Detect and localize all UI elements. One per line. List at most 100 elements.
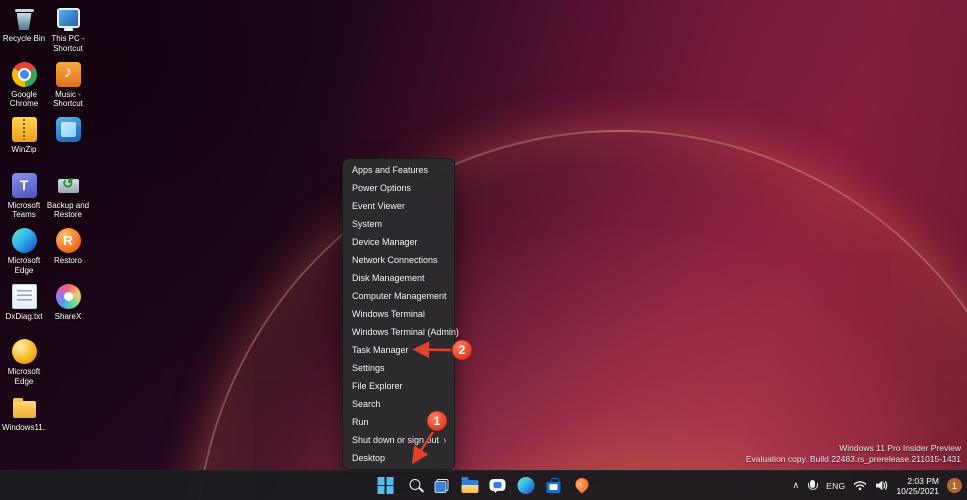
file-explorer-icon bbox=[461, 477, 478, 493]
winx-context-menu: Apps and Features Power Options Event Vi… bbox=[342, 158, 459, 470]
media-app-icon bbox=[55, 117, 81, 142]
taskbar: ∧ ENG 2:03 PM 10/25/2021 1 bbox=[0, 470, 967, 500]
file-explorer-button[interactable] bbox=[457, 473, 482, 498]
desktop-icon-media-app[interactable] bbox=[46, 117, 90, 173]
network-icon[interactable] bbox=[853, 480, 867, 491]
desktop-icon-label: DxDiag.txt bbox=[5, 311, 43, 321]
desktop-icon-label: Microsoft Edge Canary bbox=[7, 367, 41, 387]
desktop-icon-label: WinZip bbox=[11, 145, 37, 154]
volume-icon[interactable] bbox=[875, 480, 888, 491]
store-icon bbox=[546, 477, 561, 493]
menu-item-windows-terminal-admin[interactable]: Windows Terminal (Admin) bbox=[343, 323, 459, 341]
menu-item-label: Disk Management bbox=[352, 273, 425, 283]
menu-item-label: Task Manager bbox=[352, 345, 409, 355]
desktop-icon-label: This PC - Shortcut bbox=[51, 34, 85, 53]
menu-item-label: Search bbox=[352, 399, 381, 409]
desktop-icon-label: Restoro bbox=[53, 256, 82, 265]
menu-item-label: Run bbox=[352, 417, 369, 427]
annotation-circle-2 bbox=[451, 339, 473, 361]
desktop-icon-music-shortcut[interactable]: Music - Shortcut bbox=[46, 61, 90, 118]
desktop-icon-backup-and-restore[interactable]: Backup and Restore (Wi... bbox=[46, 173, 90, 229]
desktop-icon-recycle-bin[interactable]: Recycle Bin bbox=[2, 6, 46, 62]
desktop-icon-google-chrome[interactable]: Google Chrome bbox=[2, 61, 46, 118]
watermark-line-2: Evaluation copy. Build 22483.rs_prerelea… bbox=[745, 454, 961, 464]
search-button[interactable] bbox=[401, 473, 426, 498]
desktop-icon-label: Google Chrome bbox=[9, 89, 39, 109]
tray-date: 10/25/2021 bbox=[896, 485, 939, 496]
annotation-overlay: 2 1 bbox=[412, 339, 473, 465]
desktop-icon-label: Windows11... bbox=[2, 422, 46, 432]
menu-item-label: Computer Management bbox=[352, 291, 447, 301]
menu-item-device-manager[interactable]: Device Manager bbox=[343, 233, 454, 251]
desktop-icon-windows11-folder[interactable]: Windows11... bbox=[2, 395, 46, 451]
desktop-icon-label: Microsoft Edge bbox=[7, 256, 41, 275]
menu-item-network-connections[interactable]: Network Connections bbox=[343, 251, 454, 269]
menu-item-label: Device Manager bbox=[352, 237, 418, 247]
desktop-icon-label: Recycle Bin bbox=[2, 34, 46, 43]
system-tray: ∧ ENG 2:03 PM 10/25/2021 1 bbox=[793, 471, 962, 500]
menu-item-search[interactable]: Search bbox=[343, 395, 454, 413]
tray-time: 2:03 PM bbox=[907, 475, 939, 486]
menu-item-label: Network Connections bbox=[352, 255, 438, 265]
teams-icon bbox=[11, 172, 37, 198]
show-hidden-icons-button[interactable]: ∧ bbox=[793, 480, 800, 491]
store-button[interactable] bbox=[541, 473, 566, 498]
chrome-icon bbox=[11, 61, 37, 87]
start-button[interactable] bbox=[373, 473, 398, 498]
desktop-icon-column-1: Recycle Bin Google Chrome WinZip Microso… bbox=[2, 6, 46, 450]
map-pin-icon bbox=[572, 475, 591, 494]
task-view-icon bbox=[434, 478, 449, 493]
menu-item-desktop[interactable]: Desktop bbox=[343, 449, 454, 467]
desktop-icon-winzip[interactable]: WinZip bbox=[2, 117, 46, 173]
menu-item-settings[interactable]: Settings bbox=[343, 359, 454, 377]
chat-button[interactable] bbox=[485, 473, 510, 498]
folder-icon bbox=[12, 395, 37, 420]
desktop-icon-label: Microsoft Teams bbox=[7, 200, 41, 220]
menu-item-disk-management[interactable]: Disk Management bbox=[343, 269, 454, 287]
menu-item-task-manager[interactable]: Task Manager bbox=[343, 341, 454, 359]
menu-item-label: System bbox=[352, 219, 383, 229]
menu-item-apps-and-features[interactable]: Apps and Features bbox=[343, 161, 454, 179]
language-indicator[interactable]: ENG bbox=[826, 481, 845, 491]
winzip-icon bbox=[11, 117, 37, 142]
taskbar-center-icons bbox=[373, 471, 594, 500]
edge-button[interactable] bbox=[513, 473, 538, 498]
submenu-chevron-icon: › bbox=[443, 434, 447, 446]
pinned-app-button[interactable] bbox=[569, 473, 594, 498]
search-icon bbox=[409, 478, 421, 490]
desktop-icon-restoro[interactable]: Restoro bbox=[46, 228, 90, 284]
menu-item-windows-terminal[interactable]: Windows Terminal bbox=[343, 305, 454, 323]
notification-badge[interactable]: 1 bbox=[947, 478, 962, 493]
menu-item-label: Apps and Features bbox=[352, 165, 429, 175]
clock[interactable]: 2:03 PM 10/25/2021 bbox=[896, 476, 939, 496]
menu-item-shut-down-or-sign-out[interactable]: Shut down or sign out › bbox=[343, 431, 454, 449]
desktop-icon-microsoft-edge[interactable]: Microsoft Edge bbox=[2, 228, 46, 284]
menu-item-power-options[interactable]: Power Options bbox=[343, 179, 454, 197]
menu-item-label: Desktop bbox=[352, 453, 386, 463]
annotation-step-2: 2 bbox=[459, 343, 466, 357]
menu-item-label: Event Viewer bbox=[352, 201, 405, 211]
desktop-icon-dxdiag-txt[interactable]: DxDiag.txt bbox=[2, 283, 46, 340]
desktop: Recycle Bin Google Chrome WinZip Microso… bbox=[0, 0, 967, 500]
edge-icon bbox=[517, 477, 534, 494]
menu-item-computer-management[interactable]: Computer Management bbox=[343, 287, 454, 305]
menu-item-label: Settings bbox=[352, 363, 385, 373]
desktop-icon-microsoft-teams[interactable]: Microsoft Teams bbox=[2, 172, 46, 229]
menu-item-label: Shut down or sign out bbox=[352, 435, 440, 445]
recycle-bin-icon bbox=[12, 6, 37, 31]
edge-icon bbox=[11, 228, 37, 253]
menu-item-system[interactable]: System bbox=[343, 215, 454, 233]
desktop-icon-sharex[interactable]: ShareX bbox=[46, 283, 90, 340]
restoro-icon bbox=[55, 228, 81, 253]
menu-item-event-viewer[interactable]: Event Viewer bbox=[343, 197, 454, 215]
microphone-icon[interactable] bbox=[807, 480, 818, 490]
desktop-icon-label: ShareX bbox=[54, 311, 82, 321]
desktop-icon-edge-canary[interactable]: Microsoft Edge Canary bbox=[2, 339, 46, 395]
desktop-icon-this-pc-shortcut[interactable]: This PC - Shortcut bbox=[46, 6, 90, 62]
sharex-icon bbox=[55, 283, 81, 309]
task-view-button[interactable] bbox=[429, 473, 454, 498]
menu-item-file-explorer[interactable]: File Explorer bbox=[343, 377, 454, 395]
text-file-icon bbox=[11, 283, 37, 309]
windows-logo-icon bbox=[377, 477, 394, 494]
menu-item-run[interactable]: Run bbox=[343, 413, 454, 431]
